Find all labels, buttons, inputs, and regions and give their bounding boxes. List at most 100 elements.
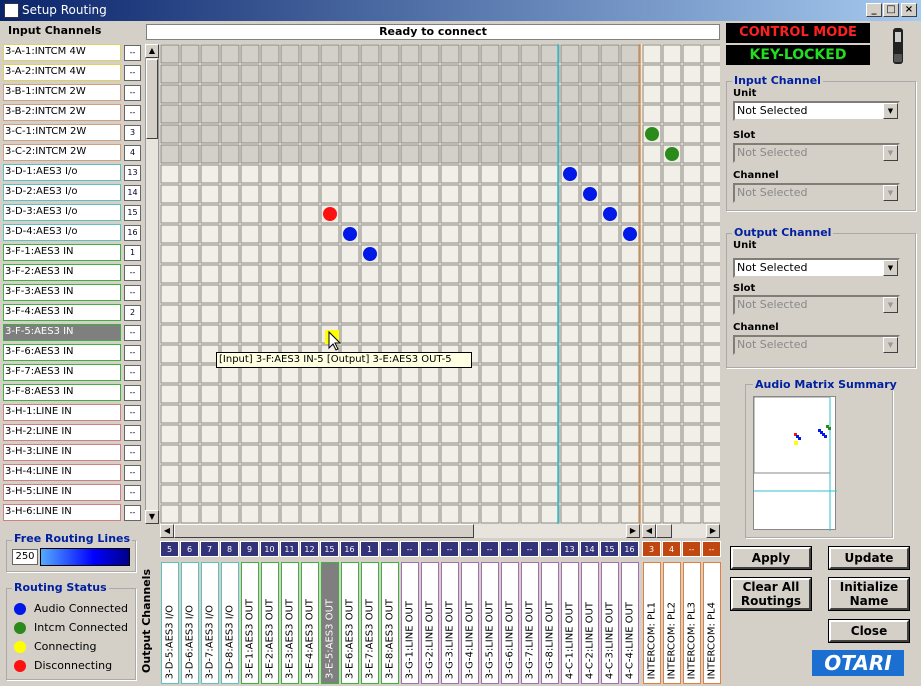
matrix-cell[interactable] xyxy=(240,244,260,264)
matrix-cell[interactable] xyxy=(540,424,560,444)
matrix-cell[interactable] xyxy=(440,424,460,444)
matrix-cell[interactable] xyxy=(702,304,720,324)
matrix-cell[interactable] xyxy=(160,304,180,324)
matrix-cell[interactable] xyxy=(440,104,460,124)
matrix-cell[interactable] xyxy=(340,404,360,424)
audio-matrix-summary[interactable] xyxy=(753,396,837,531)
matrix-cell[interactable] xyxy=(300,384,320,404)
matrix-cell[interactable] xyxy=(520,244,540,264)
vertical-scrollbar[interactable]: ▲ ▼ xyxy=(145,44,159,524)
matrix-cell[interactable] xyxy=(662,464,682,484)
matrix-cell[interactable] xyxy=(340,164,360,184)
matrix-cell[interactable] xyxy=(280,464,300,484)
matrix-cell[interactable] xyxy=(220,244,240,264)
matrix-cell[interactable] xyxy=(702,104,720,124)
route-dot[interactable] xyxy=(645,127,659,141)
matrix-cell[interactable] xyxy=(460,464,480,484)
matrix-cell[interactable] xyxy=(620,344,640,364)
matrix-cell[interactable] xyxy=(300,264,320,284)
matrix-cell[interactable] xyxy=(500,384,520,404)
matrix-cell[interactable] xyxy=(180,144,200,164)
matrix-cell[interactable] xyxy=(580,124,600,144)
matrix-cell[interactable] xyxy=(642,64,662,84)
matrix-cell[interactable] xyxy=(200,104,220,124)
matrix-cell[interactable] xyxy=(440,244,460,264)
matrix-cell[interactable] xyxy=(702,124,720,144)
matrix-cell[interactable] xyxy=(420,284,440,304)
matrix-cell[interactable] xyxy=(280,384,300,404)
matrix-cell[interactable] xyxy=(702,424,720,444)
matrix-cell[interactable] xyxy=(540,504,560,524)
chevron-down-icon[interactable]: ▼ xyxy=(883,185,898,201)
matrix-cell[interactable] xyxy=(200,184,220,204)
matrix-cell[interactable] xyxy=(200,444,220,464)
matrix-cell[interactable] xyxy=(620,464,640,484)
matrix-cell[interactable] xyxy=(580,444,600,464)
matrix-cell[interactable] xyxy=(662,284,682,304)
output-channel-column[interactable]: 3-G-6:LINE OUT xyxy=(501,562,519,684)
matrix-cell[interactable] xyxy=(400,384,420,404)
matrix-cell[interactable] xyxy=(440,124,460,144)
matrix-cell[interactable] xyxy=(540,164,560,184)
matrix-cell[interactable] xyxy=(560,84,580,104)
matrix-cell[interactable] xyxy=(540,384,560,404)
matrix-cell[interactable] xyxy=(682,44,702,64)
output-channel-column[interactable]: 3-E-6:AES3 OUT xyxy=(341,562,359,684)
matrix-cell[interactable] xyxy=(400,44,420,64)
matrix-cell[interactable] xyxy=(440,64,460,84)
matrix-cell[interactable] xyxy=(280,124,300,144)
matrix-cell[interactable] xyxy=(420,264,440,284)
matrix-cell[interactable] xyxy=(420,224,440,244)
matrix-cell[interactable] xyxy=(540,404,560,424)
route-dot[interactable] xyxy=(583,187,597,201)
matrix-cell[interactable] xyxy=(340,244,360,264)
matrix-cell[interactable] xyxy=(500,284,520,304)
matrix-cell[interactable] xyxy=(480,344,500,364)
output-channel-column[interactable]: 3-D-8:AES3 I/O xyxy=(221,562,239,684)
matrix-cell[interactable] xyxy=(580,484,600,504)
chevron-down-icon[interactable]: ▼ xyxy=(883,337,898,353)
output-channel-column[interactable]: INTERCOM: PL4 xyxy=(703,562,721,684)
matrix-cell[interactable] xyxy=(520,324,540,344)
matrix-cell[interactable] xyxy=(280,284,300,304)
output-unit-select[interactable]: Not Selected ▼ xyxy=(733,258,900,278)
matrix-cell[interactable] xyxy=(440,324,460,344)
matrix-cell[interactable] xyxy=(180,384,200,404)
matrix-cell[interactable] xyxy=(580,404,600,424)
matrix-cell[interactable] xyxy=(240,404,260,424)
matrix-cell[interactable] xyxy=(180,204,200,224)
matrix-cell[interactable] xyxy=(180,444,200,464)
matrix-cell[interactable] xyxy=(480,124,500,144)
matrix-cell[interactable] xyxy=(500,304,520,324)
matrix-cell[interactable] xyxy=(240,184,260,204)
matrix-cell[interactable] xyxy=(240,84,260,104)
matrix-cell[interactable] xyxy=(320,124,340,144)
matrix-cell[interactable] xyxy=(400,164,420,184)
matrix-cell[interactable] xyxy=(220,124,240,144)
matrix-cell[interactable] xyxy=(620,244,640,264)
input-channel-row[interactable]: 3-D-2:AES3 I/o xyxy=(3,184,121,201)
matrix-cell[interactable] xyxy=(360,164,380,184)
matrix-cell[interactable] xyxy=(300,504,320,524)
matrix-cell[interactable] xyxy=(600,404,620,424)
matrix-cell[interactable] xyxy=(320,484,340,504)
matrix-cell[interactable] xyxy=(260,304,280,324)
matrix-cell[interactable] xyxy=(400,244,420,264)
matrix-cell[interactable] xyxy=(380,124,400,144)
matrix-cell[interactable] xyxy=(520,104,540,124)
matrix-cell[interactable] xyxy=(240,384,260,404)
input-channel-row[interactable]: 3-F-3:AES3 IN xyxy=(3,284,121,301)
matrix-cell[interactable] xyxy=(360,224,380,244)
matrix-cell[interactable] xyxy=(380,304,400,324)
matrix-cell[interactable] xyxy=(300,184,320,204)
matrix-cell[interactable] xyxy=(180,124,200,144)
matrix-cell[interactable] xyxy=(300,284,320,304)
matrix-cell[interactable] xyxy=(600,164,620,184)
matrix-cell[interactable] xyxy=(220,164,240,184)
matrix-cell[interactable] xyxy=(560,464,580,484)
matrix-cell[interactable] xyxy=(220,104,240,124)
matrix-cell[interactable] xyxy=(240,224,260,244)
matrix-cell[interactable] xyxy=(420,404,440,424)
matrix-cell[interactable] xyxy=(240,484,260,504)
matrix-cell[interactable] xyxy=(340,264,360,284)
